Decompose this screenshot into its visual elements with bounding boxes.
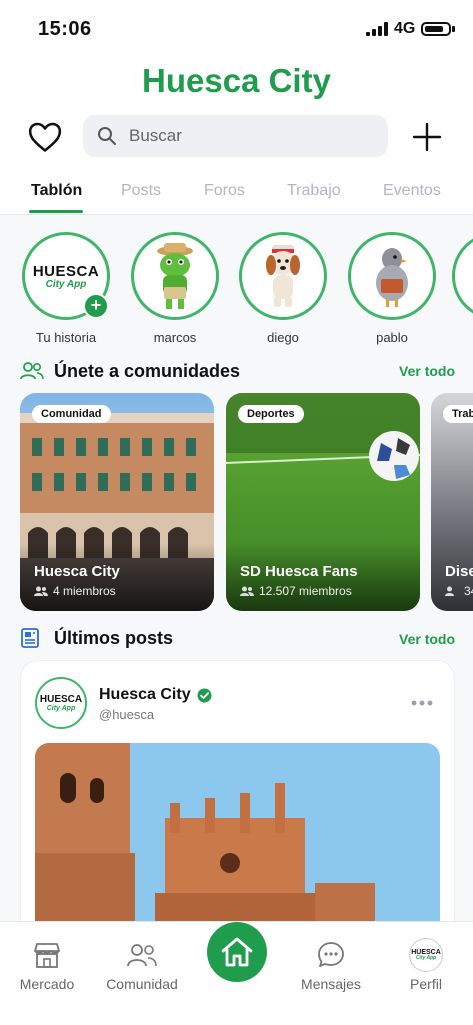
active-tab-indicator xyxy=(29,210,83,213)
status-time: 15:06 xyxy=(38,18,92,40)
logo-subtext: City App xyxy=(415,955,437,961)
story-label: Tu historia xyxy=(35,330,97,345)
members-count: 4 miembros xyxy=(53,584,116,598)
tab-tablon[interactable]: Tablón xyxy=(31,182,82,200)
community-card-partial[interactable]: Trab Dise 34 xyxy=(431,393,473,611)
community-category-badge: Trab xyxy=(443,405,473,423)
pigeon-avatar xyxy=(353,237,431,315)
verified-icon xyxy=(197,688,212,702)
people-icon xyxy=(20,362,44,380)
search-bar[interactable] xyxy=(83,115,388,157)
community-card-huesca-city[interactable]: Comunidad Huesca City 4 miembros xyxy=(20,393,214,611)
story-own[interactable]: HUESCA City App + Tu historia xyxy=(18,232,114,345)
story-marcos[interactable]: marcos xyxy=(127,232,223,345)
avatar xyxy=(457,237,473,315)
chat-icon xyxy=(318,942,344,967)
story-label: diego xyxy=(267,330,299,345)
dog-avatar xyxy=(244,237,322,315)
nav-mensajes[interactable]: Mensajes xyxy=(286,940,376,992)
nav-perfil[interactable]: HUESCA City App Perfil xyxy=(381,938,471,992)
posts-see-all-link[interactable]: Ver todo xyxy=(399,631,455,647)
community-category-badge: Deportes xyxy=(238,405,304,423)
story-diego[interactable]: diego xyxy=(235,232,331,345)
community-members: 12.507 miembros xyxy=(240,584,352,598)
search-input[interactable] xyxy=(127,125,371,147)
home-button[interactable] xyxy=(207,922,267,982)
community-members: 4 miembros xyxy=(34,584,116,598)
post-author-handle: @huesca xyxy=(99,707,155,722)
home-icon xyxy=(221,937,253,967)
nav-comunidad[interactable]: Comunidad xyxy=(97,940,187,992)
community-card-sd-huesca-fans[interactable]: Deportes SD Huesca Fans 12.507 miembros xyxy=(226,393,420,611)
posts-title: Últimos posts xyxy=(54,628,174,648)
post-author[interactable]: Huesca City xyxy=(99,686,212,704)
nav-label: Comunidad xyxy=(106,976,178,992)
post-author-name: Huesca City xyxy=(99,686,191,703)
tab-trabajo[interactable]: Trabajo xyxy=(287,182,341,200)
battery-icon xyxy=(421,22,451,36)
heart-icon xyxy=(28,122,62,152)
newspaper-icon xyxy=(21,628,39,648)
post-author-avatar[interactable]: HUESCA City App xyxy=(35,677,87,729)
tab-eventos[interactable]: Eventos xyxy=(383,182,441,200)
community-icon xyxy=(127,944,157,967)
logo-subtext: City App xyxy=(46,705,76,712)
members-count: 34 xyxy=(464,584,473,598)
members-icon xyxy=(445,586,454,596)
communities-title: Únete a comunidades xyxy=(54,361,241,381)
favorites-button[interactable] xyxy=(26,118,64,156)
communities-see-all-link[interactable]: Ver todo xyxy=(399,363,455,379)
tab-bar: Tablón Posts Foros Trabajo Eventos xyxy=(0,172,473,215)
search-icon xyxy=(98,127,116,145)
logo-text: HUESCA xyxy=(32,262,100,280)
add-story-button[interactable]: + xyxy=(83,293,109,319)
logo-text: HUESCA xyxy=(39,694,83,705)
community-name: SD Huesca Fans xyxy=(240,563,358,580)
community-name: Huesca City xyxy=(34,563,120,580)
logo-subtext: City App xyxy=(45,278,87,290)
frog-avatar xyxy=(136,237,214,315)
nav-label: Perfil xyxy=(410,976,442,992)
nav-label: Mercado xyxy=(19,976,75,992)
community-name: Dise xyxy=(445,563,473,580)
signal-icon xyxy=(366,22,388,36)
nav-mercado[interactable]: Mercado xyxy=(2,940,92,992)
cathedral-photo xyxy=(35,743,440,923)
network-label: 4G xyxy=(394,20,416,37)
tab-posts[interactable]: Posts xyxy=(121,182,161,200)
post-image[interactable] xyxy=(35,743,440,923)
members-icon xyxy=(240,586,254,596)
app-title: Huesca City xyxy=(142,62,331,99)
more-options-icon[interactable] xyxy=(411,700,433,706)
community-members: 34 xyxy=(445,584,473,598)
story-label: marcos xyxy=(153,330,197,345)
story-label: pablo xyxy=(376,330,408,345)
add-icon[interactable] xyxy=(410,120,444,154)
post-card[interactable]: HUESCA City App Huesca City @huesca xyxy=(20,660,455,962)
story-partial[interactable] xyxy=(452,232,473,320)
store-icon xyxy=(34,943,60,968)
members-count: 12.507 miembros xyxy=(259,584,352,598)
community-category-badge: Comunidad xyxy=(32,405,111,423)
story-pablo[interactable]: pablo xyxy=(344,232,440,345)
nav-label: Mensajes xyxy=(301,976,361,992)
battery-tip xyxy=(452,26,455,32)
profile-avatar: HUESCA City App xyxy=(409,938,443,972)
members-icon xyxy=(34,586,48,596)
tab-foros[interactable]: Foros xyxy=(204,182,245,200)
